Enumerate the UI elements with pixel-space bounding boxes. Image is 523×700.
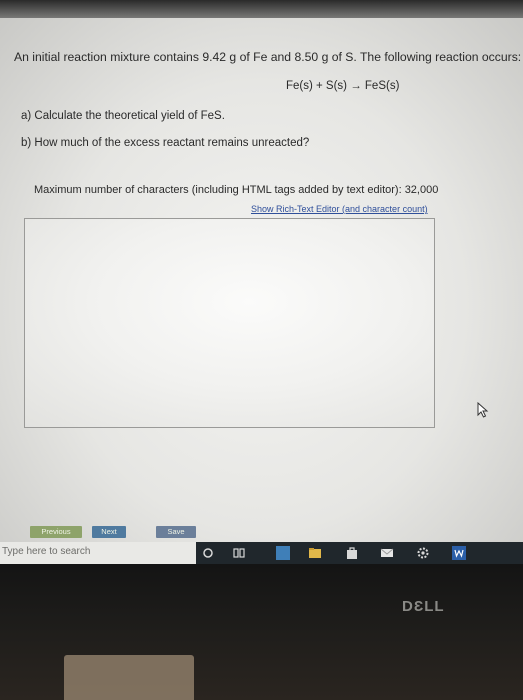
app-icon[interactable] bbox=[276, 546, 290, 560]
previous-button[interactable]: Previous bbox=[30, 526, 82, 538]
dell-logo: DƐLL bbox=[402, 598, 445, 615]
store-icon[interactable] bbox=[345, 546, 359, 560]
search-placeholder: Type here to search bbox=[2, 546, 91, 557]
reaction-equation: Fe(s) + S(s) → FeS(s) bbox=[286, 80, 400, 92]
max-characters-label: Maximum number of characters (including … bbox=[34, 184, 439, 196]
question-part-a: a) Calculate the theoretical yield of Fe… bbox=[21, 110, 225, 122]
cortana-icon[interactable] bbox=[201, 546, 215, 560]
task-view-icon[interactable] bbox=[232, 546, 246, 560]
question-intro: An initial reaction mixture contains 9.4… bbox=[14, 50, 522, 64]
mouse-cursor-icon bbox=[477, 402, 489, 418]
question-part-b: b) How much of the excess reactant remai… bbox=[21, 137, 310, 149]
taskbar-search-input[interactable]: Type here to search bbox=[0, 542, 196, 564]
show-rich-text-editor-link[interactable]: Show Rich-Text Editor (and character cou… bbox=[251, 204, 428, 214]
screen: An initial reaction mixture contains 9.4… bbox=[0, 18, 523, 542]
word-icon[interactable] bbox=[452, 546, 466, 560]
mail-icon[interactable] bbox=[380, 546, 394, 560]
desk-reflection bbox=[64, 655, 194, 700]
next-button[interactable]: Next bbox=[92, 526, 126, 538]
windows-taskbar: Type here to search bbox=[0, 542, 523, 564]
answer-textarea[interactable] bbox=[24, 218, 435, 428]
save-button[interactable]: Save bbox=[156, 526, 196, 538]
file-explorer-icon[interactable] bbox=[308, 546, 322, 560]
settings-icon[interactable] bbox=[416, 546, 430, 560]
